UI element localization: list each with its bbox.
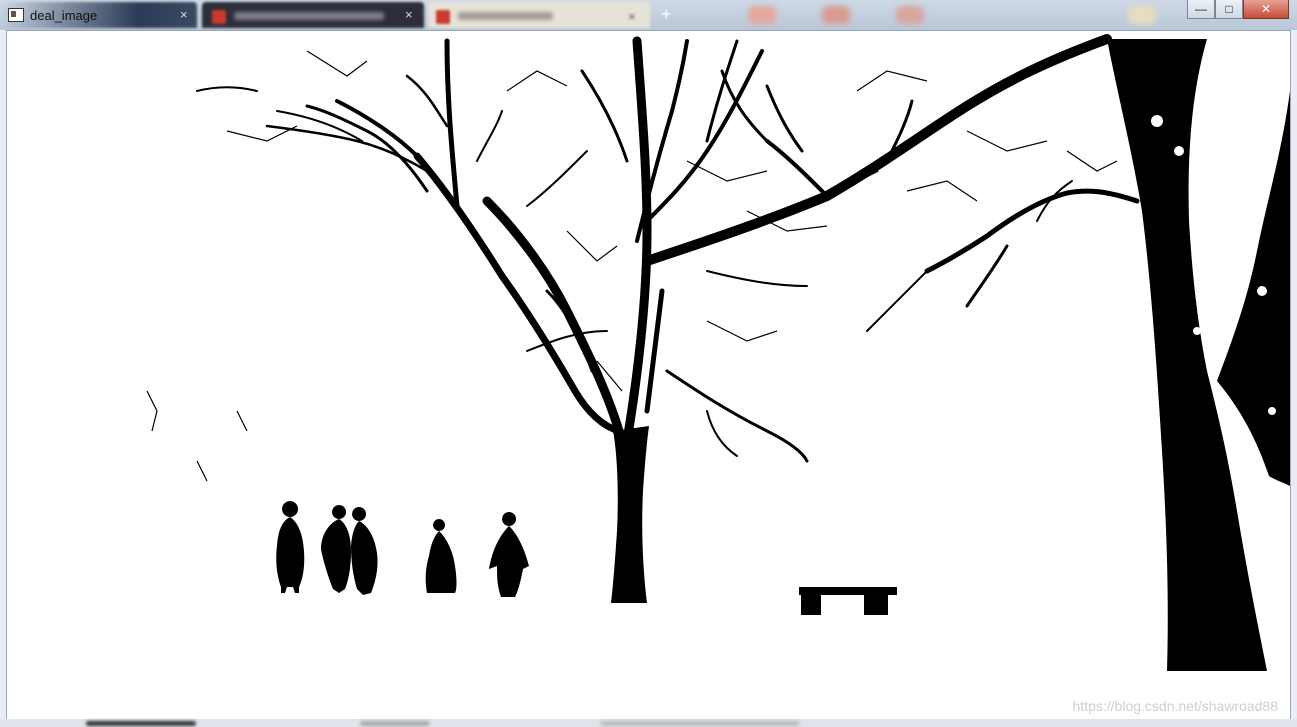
- window-title-text: deal_image: [30, 7, 98, 23]
- blurred-bookmark-icon: [822, 6, 850, 24]
- close-button[interactable]: ✕: [1243, 0, 1289, 19]
- watermark-text: https://blog.csdn.net/shawroad88: [1072, 698, 1278, 714]
- window-controls: — □ ✕: [1187, 0, 1289, 19]
- new-tab-icon[interactable]: +: [661, 4, 672, 25]
- app-window-icon: [8, 8, 24, 22]
- browser-tab-3[interactable]: ×: [428, 2, 650, 28]
- tab-close-icon[interactable]: ×: [405, 7, 413, 22]
- blurred-taskbar-item: [360, 721, 430, 726]
- thresholded-image: [7, 31, 1290, 720]
- window-title: deal_image: [0, 0, 208, 30]
- blurred-taskbar-item: [600, 721, 800, 726]
- minimize-button[interactable]: —: [1187, 0, 1215, 19]
- tab-favicon-icon: [212, 10, 226, 24]
- title-bar: × × × + deal_image — □ ✕: [0, 0, 1297, 30]
- tab-close-icon[interactable]: ×: [628, 9, 636, 24]
- tab-label-blurred: [458, 12, 553, 20]
- blurred-bookmark-icon: [896, 6, 924, 24]
- image-display-area: https://blog.csdn.net/shawroad88: [6, 30, 1291, 721]
- tab-favicon-icon: [436, 10, 450, 24]
- blurred-bookmark-icon: [1128, 6, 1156, 24]
- blurred-taskbar-item: [86, 721, 196, 726]
- blurred-bookmark-icon: [748, 6, 776, 24]
- bottom-taskbar-strip: [0, 719, 1297, 727]
- browser-tab-2[interactable]: [202, 2, 424, 28]
- maximize-button[interactable]: □: [1215, 0, 1243, 19]
- tab-label-blurred: [234, 12, 384, 20]
